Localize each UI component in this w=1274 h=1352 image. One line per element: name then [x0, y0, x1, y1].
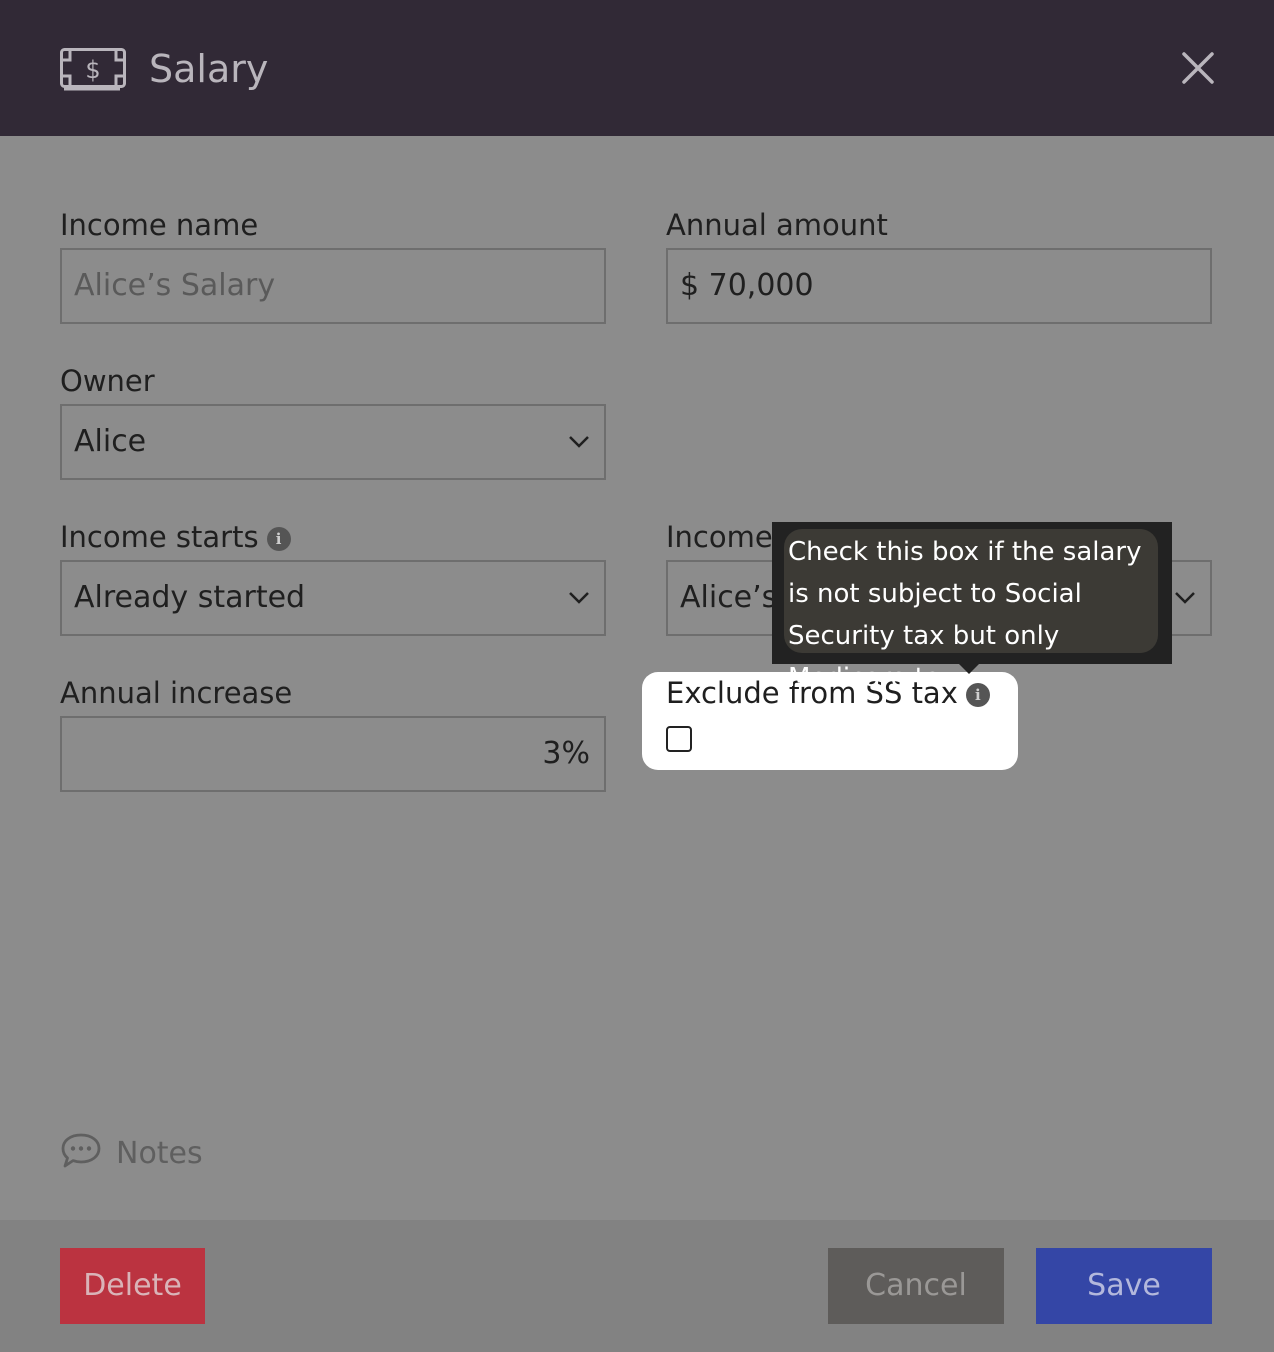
svg-text:$: $	[85, 56, 100, 84]
annual-amount-input[interactable]: $ 70,000	[666, 248, 1212, 324]
chevron-down-icon	[1175, 592, 1195, 604]
income-starts-label-text: Income starts	[60, 520, 259, 554]
income-ends-label: Income	[666, 520, 773, 554]
close-icon[interactable]	[1178, 48, 1218, 88]
income-name-label: Income name	[60, 208, 259, 242]
annual-increase-label: Annual increase	[60, 676, 293, 710]
chevron-down-icon	[569, 436, 589, 448]
tooltip: Check this box if the salary is not subj…	[772, 522, 1172, 693]
modal-header: $ Salary	[0, 0, 1274, 136]
delete-button[interactable]: Delete	[60, 1248, 205, 1324]
owner-label: Owner	[60, 364, 155, 398]
info-icon[interactable]: i	[266, 527, 291, 551]
notes-label: Notes	[116, 1136, 203, 1171]
money-bill-icon: $	[60, 48, 126, 91]
exclude-ss-checkbox[interactable]	[666, 726, 692, 752]
annual-increase-input[interactable]: 3%	[60, 716, 606, 792]
modal-footer: Delete Cancel Save	[0, 1220, 1274, 1352]
income-starts-label: Income starts i	[60, 519, 291, 555]
income-ends-select-value: Alice’s	[680, 580, 778, 615]
owner-select[interactable]: Alice	[60, 404, 606, 480]
modal-title: Salary	[149, 47, 269, 91]
save-button[interactable]: Save	[1036, 1248, 1212, 1324]
annual-amount-label: Annual amount	[666, 208, 888, 242]
comment-icon	[61, 1133, 101, 1168]
cancel-button[interactable]: Cancel	[828, 1248, 1004, 1324]
chevron-down-icon	[569, 592, 589, 604]
income-name-input[interactable]: Alice’s Salary	[60, 248, 606, 324]
owner-select-value: Alice	[74, 424, 147, 459]
income-starts-select-value: Already started	[74, 580, 306, 615]
income-starts-select[interactable]: Already started	[60, 560, 606, 636]
tooltip-arrow	[958, 663, 980, 674]
